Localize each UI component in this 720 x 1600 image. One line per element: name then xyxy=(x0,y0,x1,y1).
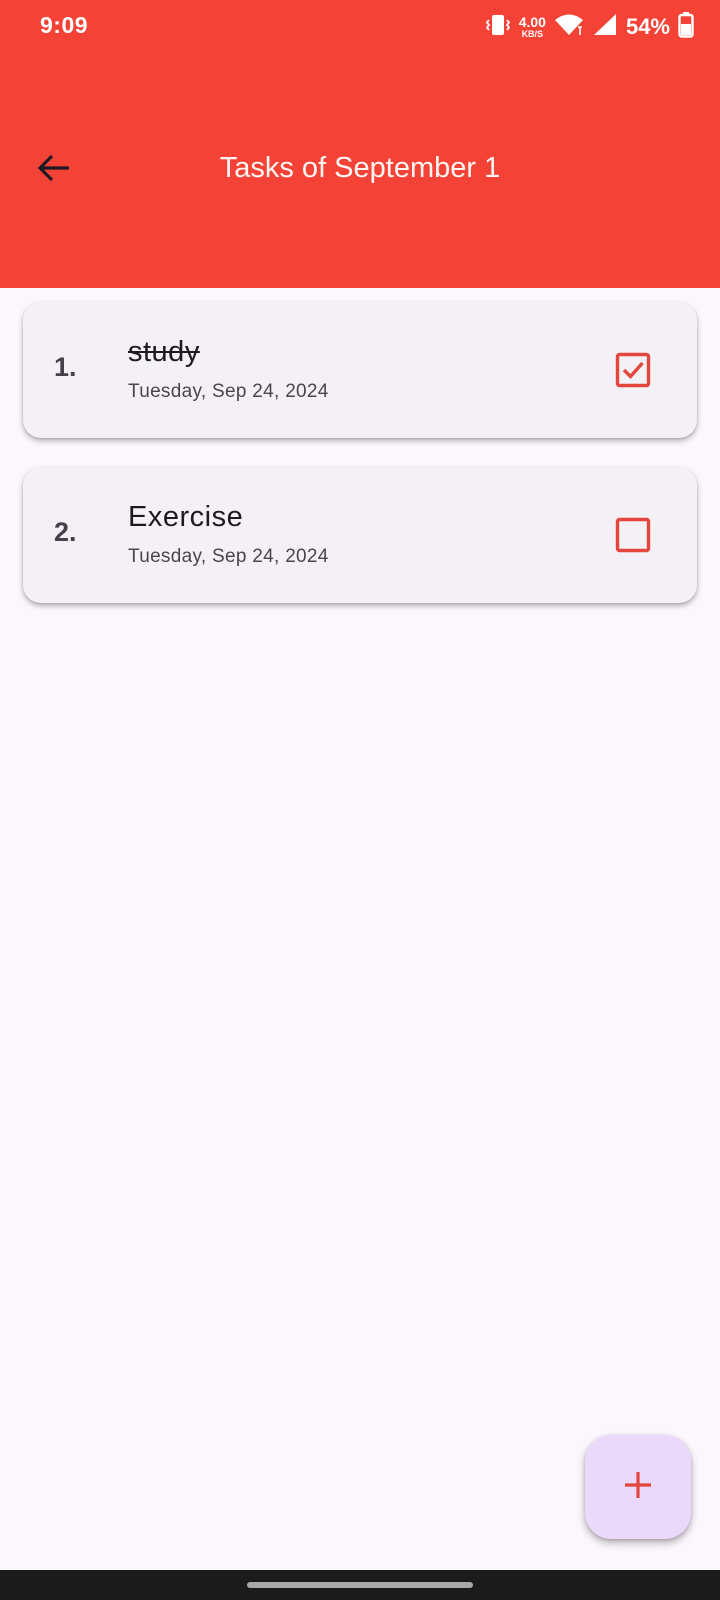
vibrate-icon xyxy=(485,13,511,42)
gesture-handle[interactable] xyxy=(247,1582,473,1588)
page-title: Tasks of September 1 xyxy=(219,152,501,184)
task-title: Exercise xyxy=(128,501,244,533)
network-speed-value: 4.00 xyxy=(518,14,546,30)
task-card[interactable]: 1. study Tuesday, Sep 24, 2024 xyxy=(23,302,697,438)
task-title: study xyxy=(128,336,200,368)
status-time: 9:09 xyxy=(40,12,89,38)
task-date: Tuesday, Sep 24, 2024 xyxy=(128,381,329,402)
wifi-icon xyxy=(554,13,584,42)
battery-percent: 54% xyxy=(625,14,670,39)
network-speed: 4.00 KB/S xyxy=(519,15,546,39)
task-list: 1. study Tuesday, Sep 24, 2024 2. Exerci… xyxy=(23,302,697,632)
task-checkbox-checked[interactable] xyxy=(615,352,651,388)
network-speed-unit: KB/S xyxy=(521,29,544,39)
add-task-button[interactable] xyxy=(585,1435,691,1539)
task-checkbox-unchecked[interactable] xyxy=(615,517,651,553)
checkbox-checked-icon xyxy=(615,352,651,388)
task-number: 2. xyxy=(54,517,77,547)
system-nav-bar xyxy=(0,1570,720,1600)
task-card[interactable]: 2. Exercise Tuesday, Sep 24, 2024 xyxy=(23,467,697,603)
plus-icon xyxy=(622,1469,654,1506)
battery-icon xyxy=(678,11,694,43)
task-date: Tuesday, Sep 24, 2024 xyxy=(128,546,329,567)
app-bar: 9:09 4.00 KB/S 54% Tasks of September 1 xyxy=(0,0,720,288)
checkbox-unchecked-icon xyxy=(615,517,651,553)
status-bar: 9:09 4.00 KB/S 54% xyxy=(0,0,720,56)
task-number: 1. xyxy=(54,352,77,382)
signal-icon xyxy=(592,13,618,42)
status-icons: 4.00 KB/S 54% xyxy=(477,11,694,43)
